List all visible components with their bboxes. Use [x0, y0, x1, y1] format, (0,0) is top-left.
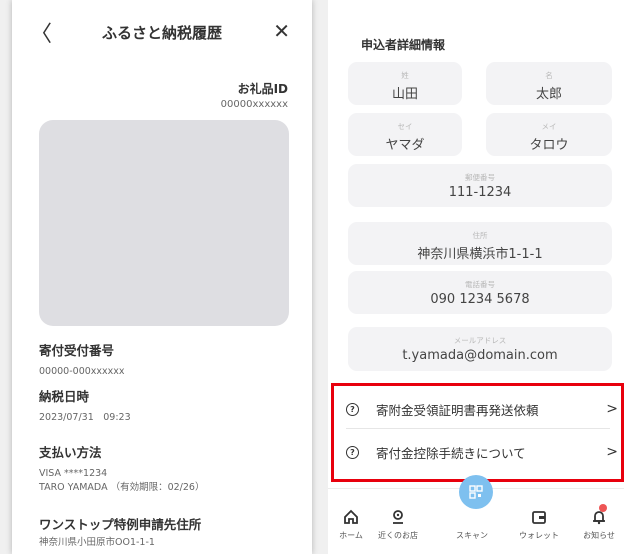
section-title: 申込者詳細情報: [361, 38, 446, 52]
field-caption: 郵便番号: [465, 173, 495, 182]
field-caption: メイ: [541, 122, 557, 131]
field-value: 太郎: [535, 87, 562, 102]
address-field: 住所 神奈川県横浜市1-1-1: [348, 222, 612, 265]
email-field: メールアドレス t.yamada@domain.com: [348, 327, 612, 371]
phone-field: 電話番号 090 1234 5678: [348, 271, 612, 314]
payment-date-value: 2023/07/31 09:23: [39, 412, 131, 423]
first-name-kana-field: メイ タロウ: [486, 113, 612, 156]
field-caption: 電話番号: [465, 280, 495, 289]
certificate-resend-link[interactable]: ? 寄附金受領証明書再発送依頼 >: [334, 387, 618, 431]
scan-button[interactable]: [459, 475, 493, 509]
gift-id-label: お礼品ID: [237, 82, 288, 96]
donation-number-value: 00000-000xxxxxx: [39, 366, 125, 377]
field-value: ヤマダ: [385, 138, 425, 153]
payment-method-section: 支払い方法 VISA ****1234 TARO YAMADA （有効期限：02…: [39, 442, 292, 495]
donation-number-label: 寄付受付番号: [39, 343, 115, 358]
chevron-right-icon: >: [606, 401, 618, 417]
nav-nearby-shops[interactable]: 近くのお店: [368, 509, 428, 541]
card-number: VISA ****1234: [39, 468, 108, 479]
donation-number-section: 寄付受付番号 00000-000xxxxxx: [39, 340, 292, 379]
payment-date-label: 納税日時: [39, 389, 90, 404]
applicant-detail-panel: 申込者詳細情報 姓 山田 名 太郎 セイ ヤマダ メイ タロウ 郵便番号 111…: [328, 0, 624, 554]
nav-wallet[interactable]: ウォレット: [509, 509, 569, 541]
chevron-right-icon: >: [606, 444, 618, 460]
payment-date-section: 納税日時 2023/07/31 09:23: [39, 386, 292, 425]
gift-image-placeholder: [39, 120, 289, 326]
field-value: 090 1234 5678: [430, 292, 530, 307]
menu-label: 寄附金受領証明書再発送依頼: [376, 402, 539, 418]
onestop-address-label: ワンストップ特例申請先住所: [39, 517, 202, 532]
field-value: 山田: [391, 87, 418, 102]
question-icon: ?: [346, 402, 359, 416]
first-name-field: 名 太郎: [486, 62, 612, 105]
payment-method-label: 支払い方法: [39, 445, 102, 460]
field-value: タロウ: [529, 138, 569, 153]
field-value: 111-1234: [448, 185, 512, 200]
field-caption: 名: [545, 71, 553, 80]
close-icon[interactable]: ✕: [273, 19, 290, 43]
bottom-nav: ホーム 近くのお店 スキャン ウォレット お知らせ: [328, 475, 624, 554]
notification-badge: [599, 504, 607, 512]
onestop-address-value: 神奈川県小田原市OO1-1-1: [39, 537, 155, 548]
field-value: t.yamada@domain.com: [402, 348, 558, 363]
question-icon: ?: [346, 445, 359, 459]
divider: [346, 428, 610, 429]
onestop-address-section: ワンストップ特例申請先住所 神奈川県小田原市OO1-1-1: [39, 514, 292, 550]
bell-icon: [569, 509, 624, 527]
field-caption: 姓: [401, 71, 409, 80]
qr-code-icon: [469, 485, 483, 499]
last-name-kana-field: セイ ヤマダ: [348, 113, 462, 156]
nav-scan[interactable]: スキャン: [442, 509, 502, 541]
wallet-icon: [509, 509, 569, 527]
tax-deduction-info-link[interactable]: ? 寄付金控除手続きについて >: [334, 430, 618, 474]
field-caption: セイ: [397, 122, 413, 131]
card-holder: TARO YAMADA （有効期限：02/26）: [39, 482, 205, 493]
nav-label: お知らせ: [583, 531, 615, 540]
field-caption: 住所: [472, 231, 488, 240]
gift-id-value: 00000xxxxxx: [220, 99, 288, 110]
nav-label: 近くのお店: [378, 531, 418, 540]
history-header: 〈 ふるさと納税履歴 ✕: [12, 0, 312, 62]
nav-notifications[interactable]: お知らせ: [569, 509, 624, 541]
page-title: ふるさと納税履歴: [101, 24, 222, 42]
location-pin-icon: [368, 509, 428, 527]
field-value: 神奈川県横浜市1-1-1: [417, 247, 543, 262]
payment-method-value: VISA ****1234 TARO YAMADA （有効期限：02/26）: [39, 467, 292, 495]
last-name-field: 姓 山田: [348, 62, 462, 105]
field-caption: メールアドレス: [453, 336, 507, 345]
history-panel: 〈 ふるさと納税履歴 ✕ お礼品ID 00000xxxxxx 寄付受付番号 00…: [12, 0, 312, 554]
zip-code-field: 郵便番号 111-1234: [348, 164, 612, 207]
menu-label: 寄付金控除手続きについて: [376, 445, 526, 461]
nav-label: ウォレット: [519, 531, 559, 540]
nav-label: スキャン: [456, 531, 488, 540]
